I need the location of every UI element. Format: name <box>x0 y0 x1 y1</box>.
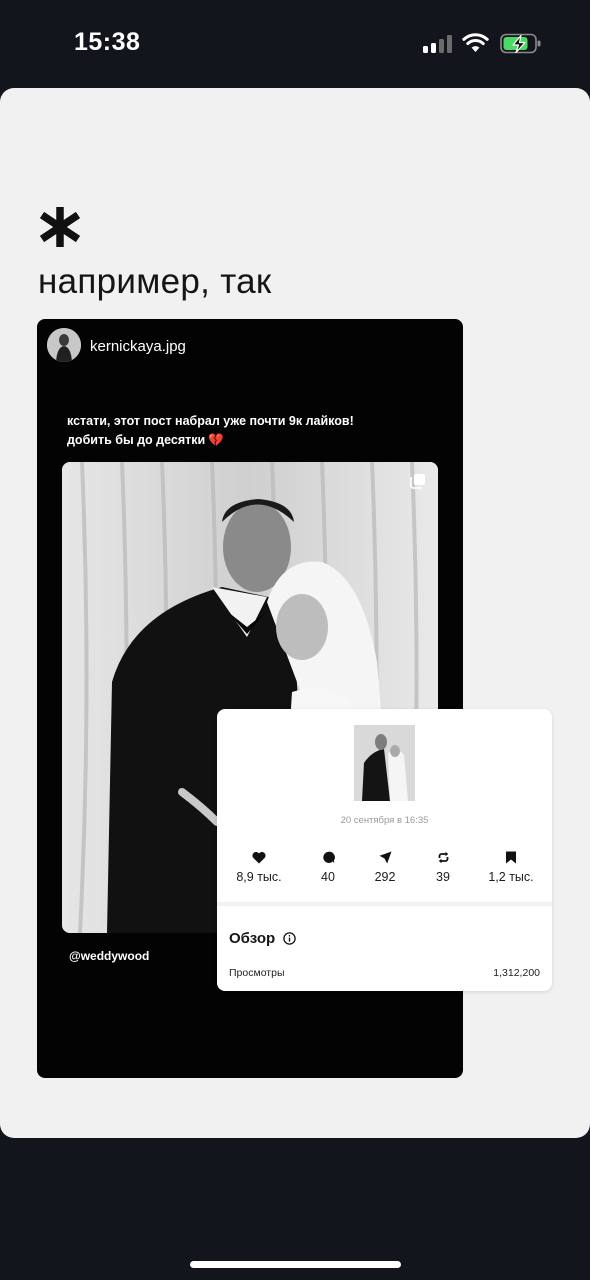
stat-likes-value: 8,9 тыс. <box>236 870 282 884</box>
avatar[interactable] <box>47 328 81 362</box>
post-thumbnail <box>354 725 415 801</box>
carousel-icon <box>410 474 425 489</box>
cellular-signal-icon <box>423 34 453 53</box>
overview-title: Обзор <box>229 930 276 947</box>
post-username[interactable]: kernickaya.jpg <box>90 338 186 355</box>
status-time: 15:38 <box>74 28 141 56</box>
status-bar: 15:38 <box>0 0 590 88</box>
divider <box>217 902 552 906</box>
caption-line-2: добить бы до десятки 💔 <box>67 431 427 450</box>
bookmark-icon <box>506 851 516 864</box>
views-value: 1,312,200 <box>493 967 540 979</box>
story-card: например, так kernickaya.jpg кстати, это… <box>0 88 590 1138</box>
caption-line-1: кстати, этот пост набрал уже почти 9к ла… <box>67 414 354 428</box>
insights-card: 20 сентября в 16:35 8,9 тыс. 40 292 39 1… <box>217 709 552 991</box>
heart-icon <box>252 851 266 864</box>
caption-line-2-text: добить бы до десятки <box>67 433 206 447</box>
post-date: 20 сентября в 16:35 <box>340 815 429 826</box>
battery-charging-icon <box>500 33 541 54</box>
repost-icon <box>438 851 448 864</box>
comment-icon <box>322 851 335 864</box>
stat-saves-value: 1,2 тыс. <box>488 870 534 884</box>
asterisk-icon <box>39 207 81 247</box>
wifi-icon <box>462 33 489 52</box>
photo-credit[interactable]: @weddywood <box>69 949 149 963</box>
home-indicator[interactable] <box>190 1261 401 1268</box>
headline: например, так <box>38 262 272 301</box>
send-icon <box>379 851 391 864</box>
stat-likes: 8,9 тыс. <box>219 851 299 884</box>
views-label: Просмотры <box>229 967 285 979</box>
stat-saves: 1,2 тыс. <box>471 851 551 884</box>
info-icon[interactable] <box>283 932 296 945</box>
post-caption: кстати, этот пост набрал уже почти 9к ла… <box>67 412 427 450</box>
broken-heart-emoji: 💔 <box>208 433 224 447</box>
stats-row: 8,9 тыс. 40 292 39 1,2 тыс. <box>217 851 552 891</box>
